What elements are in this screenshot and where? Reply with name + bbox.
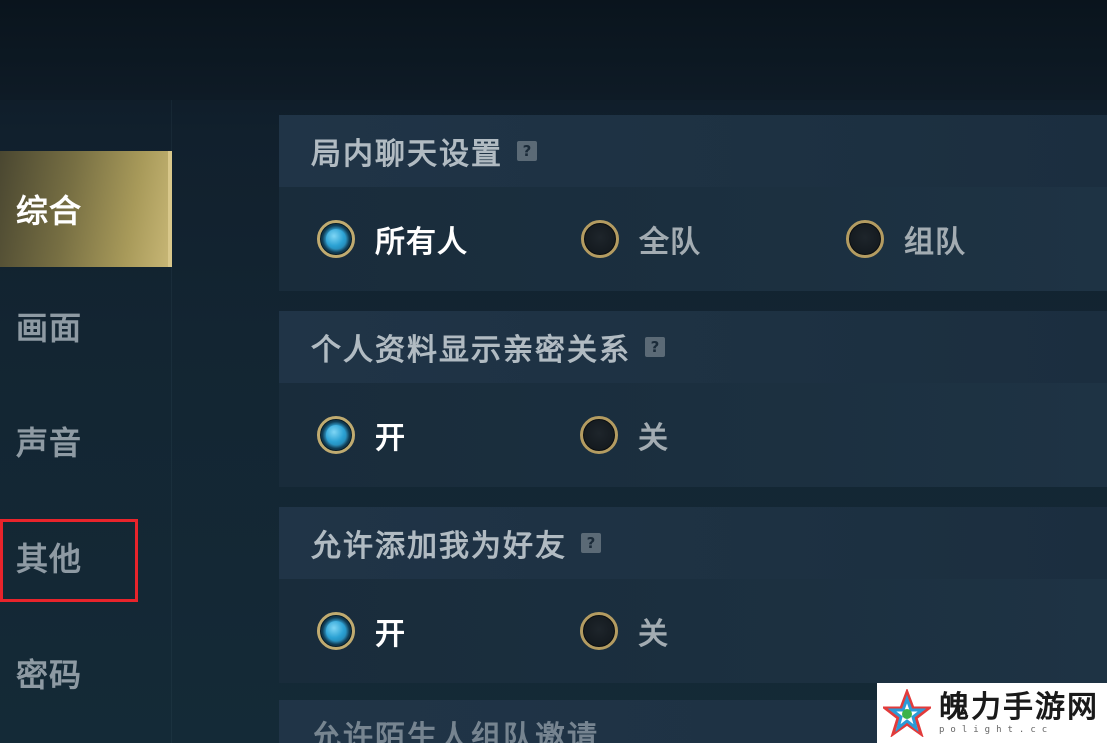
radio-option-everyone[interactable]: 所有人 xyxy=(317,187,468,291)
section-body: 所有人 全队 组队 xyxy=(279,187,1107,291)
radio-option-team[interactable]: 全队 xyxy=(581,187,701,291)
watermark-title: 魄力手游网 xyxy=(939,690,1099,725)
sidebar-item-label: 密码 xyxy=(16,656,83,694)
section-title: 个人资料显示亲密关系 xyxy=(311,333,631,368)
sidebar-item-sound[interactable]: 声音 xyxy=(0,383,172,499)
radio-option-on[interactable]: 开 xyxy=(317,383,406,487)
radio-option-off[interactable]: 关 xyxy=(580,383,669,487)
section-body: 开 关 xyxy=(279,579,1107,683)
sidebar-item-label: 其他 xyxy=(16,540,83,578)
radio-option-on[interactable]: 开 xyxy=(317,579,406,683)
radio-unselected-icon[interactable] xyxy=(846,220,884,258)
sidebar-item-other[interactable]: 其他 xyxy=(0,499,172,615)
radio-selected-icon[interactable] xyxy=(317,612,355,650)
watermark-subtitle: polight.cc xyxy=(939,725,1054,735)
option-label: 所有人 xyxy=(375,225,468,260)
option-label: 组队 xyxy=(904,225,966,260)
section-title: 局内聊天设置 xyxy=(311,137,503,172)
radio-unselected-icon[interactable] xyxy=(581,220,619,258)
radio-option-party[interactable]: 组队 xyxy=(846,187,966,291)
option-label: 全队 xyxy=(639,225,701,260)
section-header: 局内聊天设置 ? xyxy=(279,115,1107,187)
radio-selected-icon[interactable] xyxy=(317,220,355,258)
help-icon[interactable]: ? xyxy=(581,533,601,553)
help-icon[interactable]: ? xyxy=(645,337,665,357)
section-title: 允许添加我为好友 xyxy=(311,529,567,564)
sidebar-item-label: 声音 xyxy=(16,424,83,462)
option-label: 关 xyxy=(638,617,669,652)
sidebar-item-graphics[interactable]: 画面 xyxy=(0,268,172,384)
sidebar-item-label: 画面 xyxy=(16,309,83,347)
watermark: 魄力手游网 polight.cc xyxy=(877,683,1107,743)
option-label: 关 xyxy=(638,421,669,456)
radio-unselected-icon[interactable] xyxy=(580,416,618,454)
sidebar-item-general[interactable]: 综合 xyxy=(0,151,172,267)
section-header: 个人资料显示亲密关系 ? xyxy=(279,311,1107,383)
option-label: 开 xyxy=(375,617,406,652)
section-header: 允许添加我为好友 ? xyxy=(279,507,1107,579)
sidebar-item-password[interactable]: 密码 xyxy=(0,615,172,731)
section-title: 允许陌生人组队邀请 xyxy=(311,720,599,743)
sidebar-item-label: 综合 xyxy=(16,192,83,230)
top-band xyxy=(0,0,1107,100)
radio-option-off[interactable]: 关 xyxy=(580,579,669,683)
option-label: 开 xyxy=(375,421,406,456)
radio-selected-icon[interactable] xyxy=(317,416,355,454)
section-body: 开 关 xyxy=(279,383,1107,487)
star-logo-icon xyxy=(883,689,931,737)
radio-unselected-icon[interactable] xyxy=(580,612,618,650)
help-icon[interactable]: ? xyxy=(517,141,537,161)
